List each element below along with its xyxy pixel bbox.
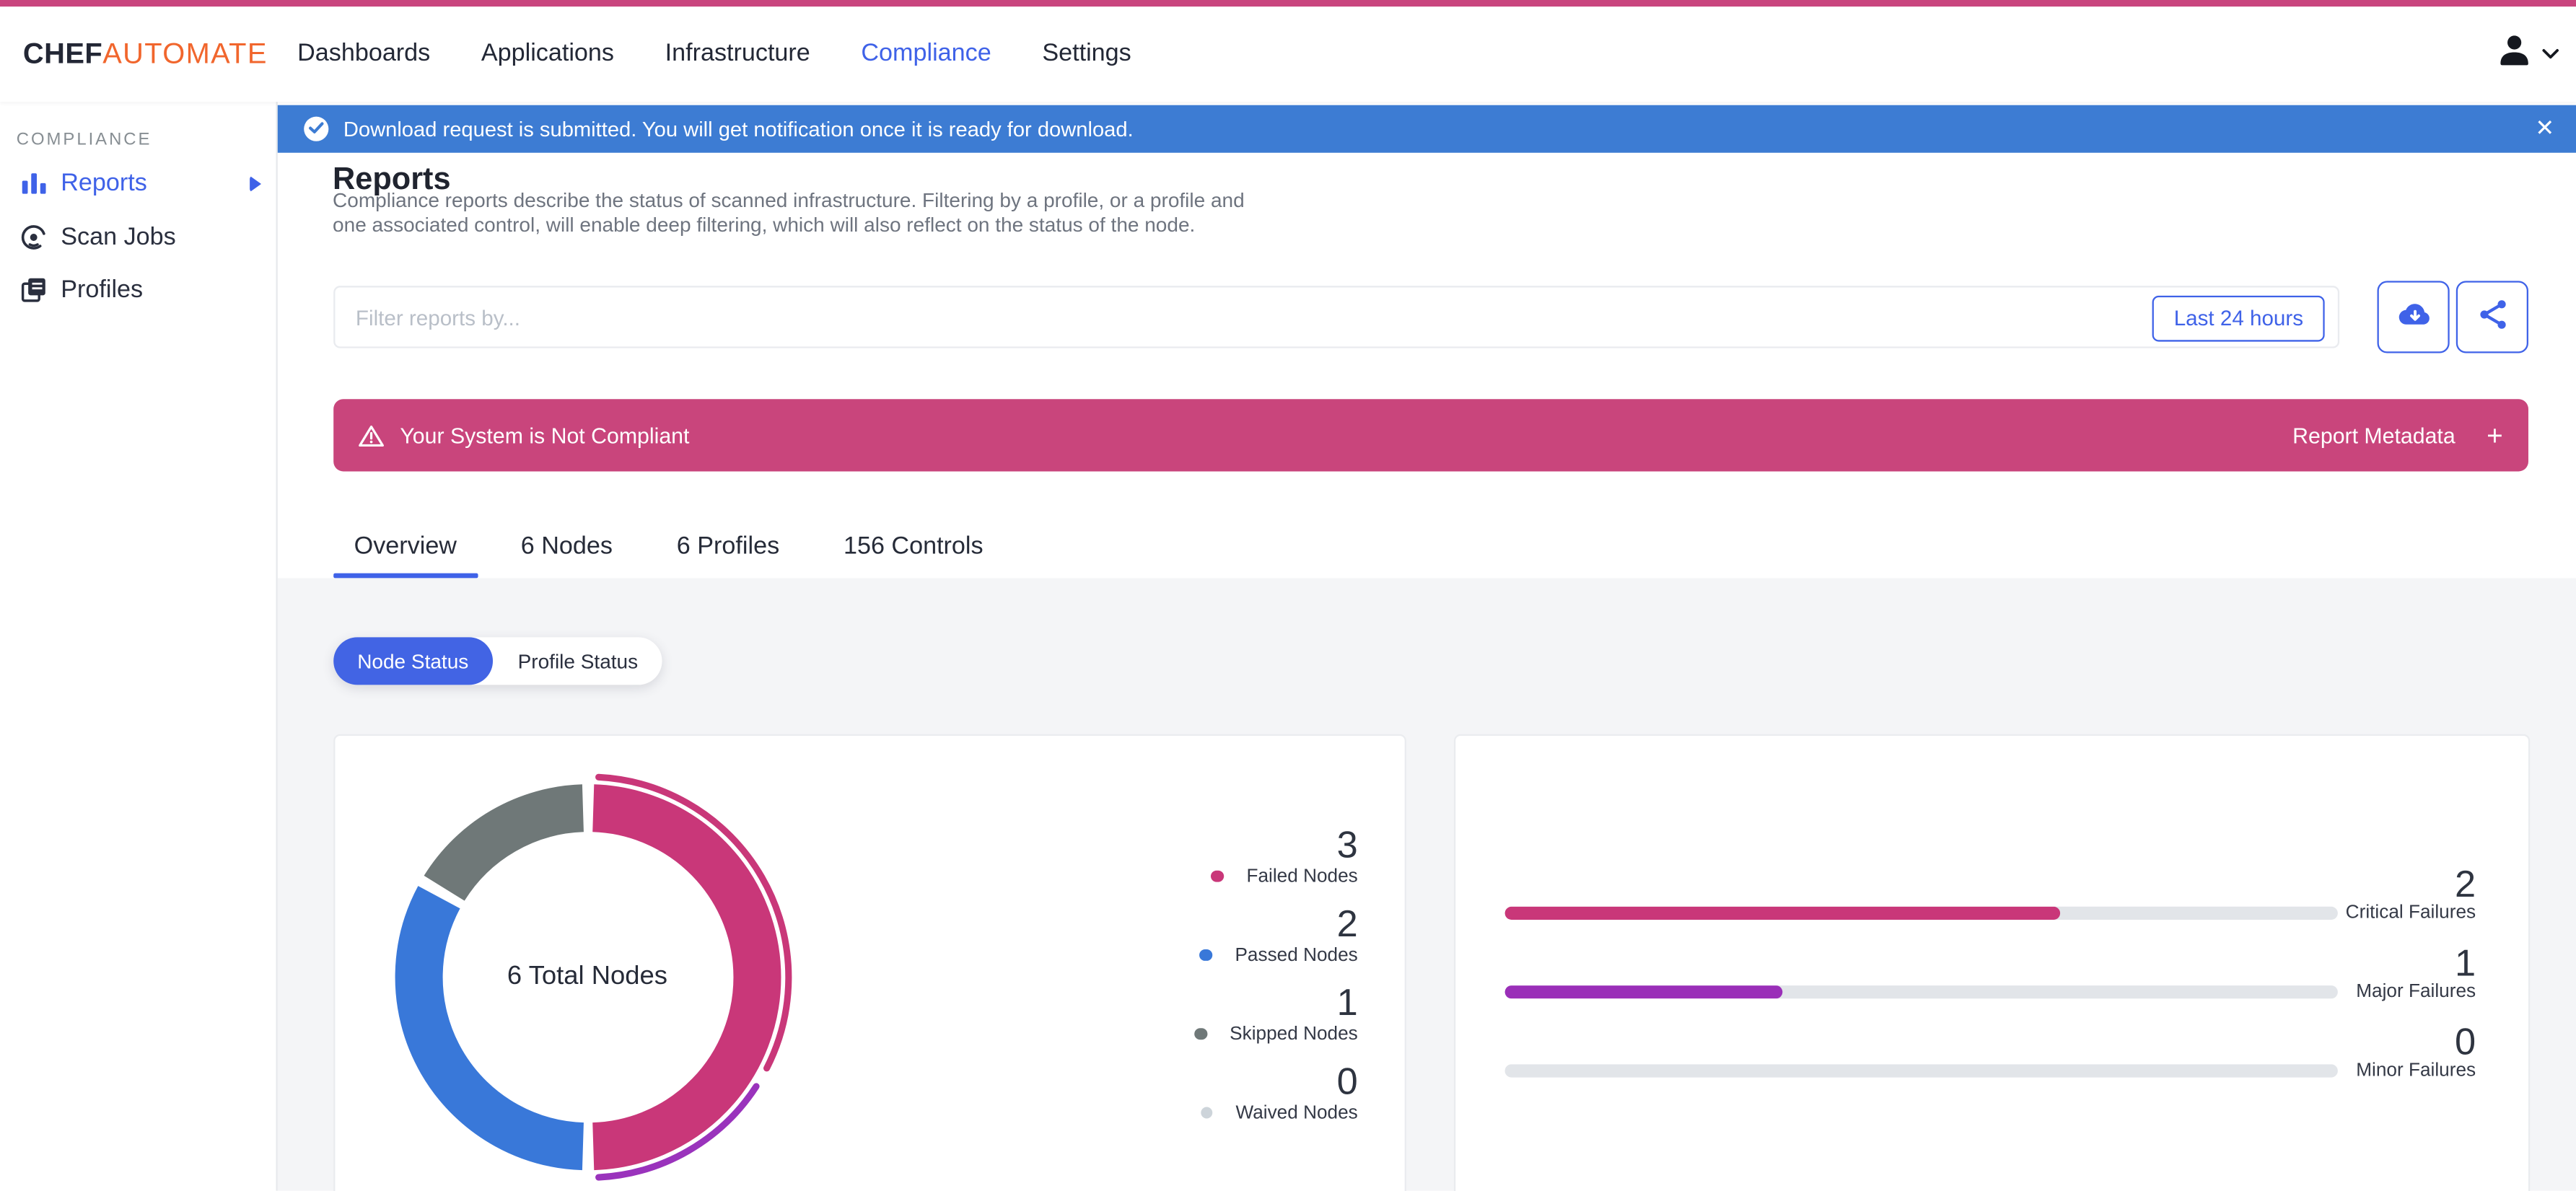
filter-reports-input[interactable] xyxy=(334,287,2338,347)
reports-page: Reports Compliance reports describe the … xyxy=(277,102,2576,1191)
user-menu[interactable] xyxy=(2495,31,2559,77)
donut-center-label: 6 Total Nodes xyxy=(507,962,667,990)
severity-card: 2 Critical Failures 1 Major Failures 0 M… xyxy=(1453,734,2531,1191)
skipped-nodes-dot xyxy=(1194,1027,1207,1040)
compliance-sidebar: COMPLIANCE Reports Scan Jobs Profiles xyxy=(0,102,278,1191)
tab-controls[interactable]: 156 Controls xyxy=(822,512,1004,578)
app-window: CHEFAUTOMATE Dashboards Applications Inf… xyxy=(0,0,2576,1191)
download-report-button[interactable] xyxy=(2377,281,2450,353)
tab-profiles[interactable]: 6 Profiles xyxy=(655,512,801,578)
nav-compliance[interactable]: Compliance xyxy=(861,40,991,68)
node-status-card: 6 Total Nodes 3 Failed Nodes 2 Passed No… xyxy=(333,734,1406,1191)
user-profile-icon xyxy=(2495,31,2533,77)
bar-chart-icon xyxy=(19,170,48,198)
minor-failures-bar xyxy=(1504,1064,2338,1078)
nav-applications[interactable]: Applications xyxy=(481,40,614,68)
sidebar-item-label: Reports xyxy=(61,169,147,198)
top-nav: Dashboards Applications Infrastructure C… xyxy=(297,6,1131,102)
compliance-status-banner: Your System is Not Compliant Report Meta… xyxy=(333,399,2528,472)
legend-waived-nodes: 0 Waived Nodes xyxy=(1200,1059,1358,1124)
report-tabs: Overview 6 Nodes 6 Profiles 156 Controls xyxy=(333,512,1026,579)
sidebar-item-scan-jobs[interactable]: Scan Jobs xyxy=(0,210,276,264)
failed-nodes-label: Failed Nodes xyxy=(1246,866,1358,887)
legend-skipped-nodes: 1 Skipped Nodes xyxy=(1194,980,1358,1045)
share-icon xyxy=(2479,299,2507,335)
notification-message: Download request is submitted. You will … xyxy=(343,116,1134,141)
filter-reports-container: Last 24 hours xyxy=(333,286,2340,348)
status-toggle: Node Status Profile Status xyxy=(333,637,663,685)
scan-radar-icon xyxy=(19,224,48,252)
logo-chef-text: CHEF xyxy=(22,36,103,70)
passed-nodes-count: 2 xyxy=(1336,901,1358,945)
nav-dashboards[interactable]: Dashboards xyxy=(297,40,430,68)
download-notification-banner: Download request is submitted. You will … xyxy=(277,105,2576,152)
report-metadata-toggle[interactable]: Report Metadata xyxy=(2292,423,2455,447)
minor-failures-label: Minor Failures xyxy=(2356,1060,2476,1080)
sidebar-item-label: Profiles xyxy=(61,276,144,304)
chef-automate-logo[interactable]: CHEFAUTOMATE xyxy=(23,37,268,71)
page-description-line1: Compliance reports describe the status o… xyxy=(333,188,1245,212)
check-circle-icon xyxy=(304,116,329,141)
major-failures-label: Major Failures xyxy=(2356,981,2476,1001)
waived-nodes-label: Waived Nodes xyxy=(1235,1102,1358,1123)
passed-nodes-label: Passed Nodes xyxy=(1235,945,1358,965)
page-description-line2: one associated control, will enable deep… xyxy=(333,212,1196,236)
time-range-button[interactable]: Last 24 hours xyxy=(2152,294,2325,341)
page-description: Compliance reports describe the status o… xyxy=(333,189,1245,237)
tab-nodes[interactable]: 6 Nodes xyxy=(499,512,634,578)
report-metadata-expand-icon[interactable]: + xyxy=(2487,421,2503,449)
sidebar-item-reports[interactable]: Reports xyxy=(0,156,276,210)
passed-nodes-dot xyxy=(1199,949,1212,962)
minor-failures-count: 0 xyxy=(2454,1019,2476,1063)
share-report-button[interactable] xyxy=(2455,281,2528,353)
legend-failed-nodes: 3 Failed Nodes xyxy=(1211,822,1358,887)
profiles-stack-icon xyxy=(19,276,48,304)
toggle-profile-status[interactable]: Profile Status xyxy=(493,637,662,685)
failed-nodes-count: 3 xyxy=(1336,822,1358,866)
nav-infrastructure[interactable]: Infrastructure xyxy=(665,40,810,68)
skipped-nodes-label: Skipped Nodes xyxy=(1230,1024,1358,1044)
chevron-down-icon xyxy=(2541,39,2559,69)
major-failures-count: 1 xyxy=(2454,941,2476,984)
compliance-status-message: Your System is Not Compliant xyxy=(400,423,690,448)
critical-failures-bar xyxy=(1504,906,2338,920)
expand-arrow-icon xyxy=(250,175,262,192)
critical-failures-label: Critical Failures xyxy=(2345,902,2476,923)
overview-section: Node Status Profile Status 6 Total Nodes… xyxy=(277,578,2576,1191)
toggle-node-status[interactable]: Node Status xyxy=(333,637,494,685)
sidebar-item-profiles[interactable]: Profiles xyxy=(0,263,276,317)
waived-nodes-count: 0 xyxy=(1336,1059,1358,1102)
failed-nodes-dot xyxy=(1211,870,1224,883)
app-header: CHEFAUTOMATE Dashboards Applications Inf… xyxy=(0,5,2576,102)
legend-passed-nodes: 2 Passed Nodes xyxy=(1199,901,1358,966)
waived-nodes-dot xyxy=(1200,1106,1213,1120)
nav-settings[interactable]: Settings xyxy=(1042,40,1131,68)
skipped-nodes-count: 1 xyxy=(1336,980,1358,1024)
warning-triangle-icon xyxy=(357,423,383,447)
close-icon[interactable]: ✕ xyxy=(2527,115,2563,143)
cloud-download-icon xyxy=(2396,302,2431,333)
brand-top-strip xyxy=(0,0,2576,6)
sidebar-section-label: COMPLIANCE xyxy=(16,129,152,150)
logo-automate-text: AUTOMATE xyxy=(102,36,268,70)
critical-failures-count: 2 xyxy=(2454,862,2476,905)
tab-overview[interactable]: Overview xyxy=(333,512,478,579)
sidebar-item-label: Scan Jobs xyxy=(61,223,176,252)
major-failures-bar xyxy=(1504,985,2338,999)
